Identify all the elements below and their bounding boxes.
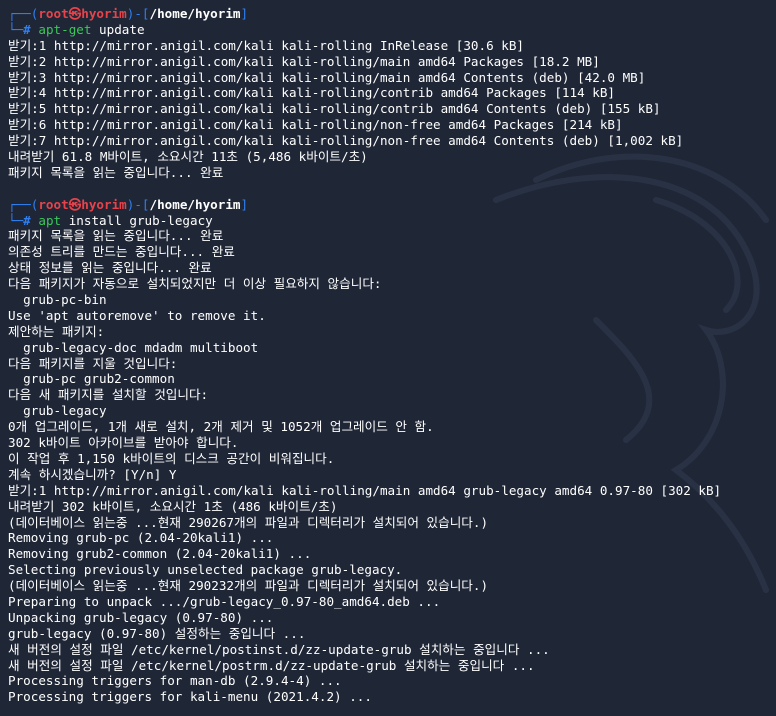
output-line: Processing triggers for kali-menu (2021.… [8,689,372,705]
output-line: 받기:7 http://mirror.anigil.com/kali kali-… [8,133,684,149]
output-line: 0개 업그레이드, 1개 새로 설치, 2개 제거 및 1052개 업그레이드 … [8,419,434,435]
output-line: (데이터베이스 읽는중 ...현재 290267개의 파일과 디렉터리가 설치되… [8,514,489,530]
output-line: grub-pc grub2-common [8,371,175,387]
terminal-output: ┌──(root㉿hyorim)-[/home/hyorim] └─# apt-… [8,6,776,705]
output-line: 의존성 트리를 만드는 중입니다... 완료 [8,244,235,260]
command-line: └─# apt-get update [8,21,145,37]
output-line: grub-legacy (0.97-80) 설정하는 중입니다 ... [8,625,306,641]
output-line: 새 버전의 설정 파일 /etc/kernel/postinst.d/zz-up… [8,641,550,657]
terminal-window[interactable]: { "colors": {"background": "#1f2636", "p… [0,0,776,716]
command-line: └─# apt install grub-legacy [8,212,213,228]
command-name: apt [38,212,62,228]
output-line: 상태 정보를 읽는 중입니다... 완료 [8,260,212,276]
output-line: 받기:6 http://mirror.anigil.com/kali kali-… [8,117,623,133]
command-output: 패키지 목록을 읽는 중입니다... 완료 의존성 트리를 만드는 중입니다...… [8,228,776,705]
output-line: Removing grub2-common (2.04-20kali1) ... [8,546,312,562]
output-line: 받기:4 http://mirror.anigil.com/kali kali-… [8,85,615,101]
output-line: 내려받기 302 k바이트, 소요시간 1초 (486 k바이트/초) [8,498,338,514]
prompt-path: /home/hyorim [149,6,241,21]
output-line: Use 'apt autoremove' to remove it. [8,307,266,323]
output-line: 계속 하시겠습니까? [Y/n] Y [8,466,177,482]
output-line: Preparing to unpack .../grub-legacy_0.97… [8,593,441,609]
command-args: update [99,21,145,37]
output-line: 제안하는 패키지: [8,323,105,339]
output-line: grub-legacy [8,403,107,419]
output-line: 새 버전의 설정 파일 /etc/kernel/postrm.d/zz-upda… [8,657,535,673]
output-line: 다음 패키지가 자동으로 설치되었지만 더 이상 필요하지 않습니다: [8,276,382,292]
output-line: 302 k바이트 아카이브를 받아야 합니다. [8,435,239,451]
output-line: Processing triggers for man-db (2.9.4-4)… [8,673,342,689]
output-line: 다음 새 패키지를 설치할 것입니다: [8,387,209,403]
output-line: 받기:2 http://mirror.anigil.com/kali kali-… [8,53,600,69]
prompt-path: /home/hyorim [149,196,241,212]
output-line: 받기:3 http://mirror.anigil.com/kali kali-… [8,69,646,85]
command-name: apt-get [38,21,92,37]
output-line: 받기:1 http://mirror.anigil.com/kali kali-… [8,37,525,53]
output-line: Selecting previously unselected package … [8,562,403,578]
output-line: grub-pc-bin [8,292,107,308]
prompt-line: ┌──(root㉿hyorim)-[/home/hyorim] [8,6,249,21]
output-line: 패키지 목록을 읽는 중입니다... 완료 [8,228,224,244]
prompt-line: ┌──(root㉿hyorim)-[/home/hyorim] [8,196,249,212]
output-line: Unpacking grub-legacy (0.97-80) ... [8,609,274,625]
output-line: 받기:1 http://mirror.anigil.com/kali kali-… [8,482,722,498]
prompt-user: root㉿hyorim [38,196,127,212]
command-args: install grub-legacy [68,212,213,228]
output-line: 받기:5 http://mirror.anigil.com/kali kali-… [8,101,661,117]
output-line: 다음 패키지를 지울 것입니다: [8,355,178,371]
output-line: 패키지 목록을 읽는 중입니다... 완료 [8,164,224,180]
output-line: (데이터베이스 읽는중 ...현재 290232개의 파일과 디렉터리가 설치되… [8,578,489,594]
output-line: Removing grub-pc (2.04-20kali1) ... [8,530,274,546]
output-line: 내려받기 61.8 M바이트, 소요시간 11초 (5,486 k바이트/초) [8,149,368,165]
output-line: 이 작업 후 1,150 k바이트의 디스크 공간이 비워집니다. [8,450,335,466]
output-line: grub-legacy-doc mdadm multiboot [8,339,259,355]
command-output: 받기:1 http://mirror.anigil.com/kali kali-… [8,38,776,181]
prompt-user: root㉿hyorim [38,6,127,21]
